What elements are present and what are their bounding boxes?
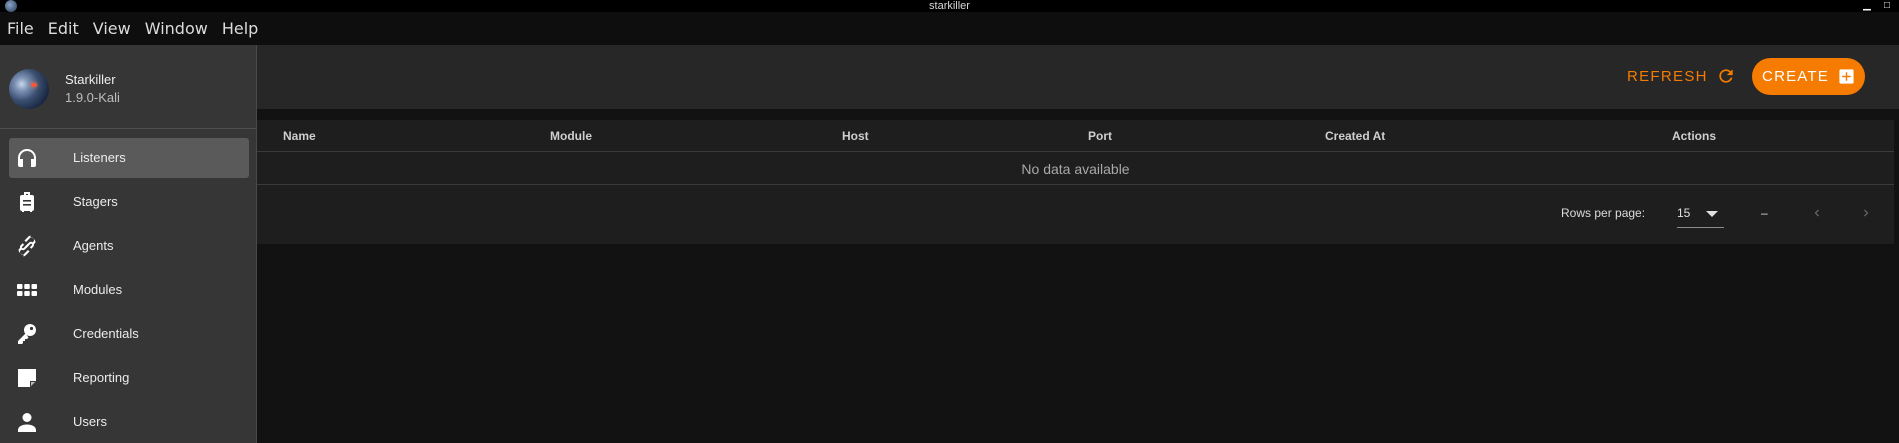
refresh-button[interactable]: REFRESH bbox=[1627, 60, 1736, 92]
sidebar-item-modules[interactable]: Modules bbox=[9, 270, 249, 310]
window-titlebar: starkiller ▁ □ bbox=[0, 0, 1899, 12]
column-header-host[interactable]: Host bbox=[842, 120, 869, 152]
column-header-name[interactable]: Name bbox=[283, 120, 316, 152]
sidebar-item-reporting[interactable]: Reporting bbox=[9, 358, 249, 398]
user-icon bbox=[18, 413, 36, 432]
profile-version: 1.9.0-Kali bbox=[65, 90, 120, 105]
apps-grid-icon bbox=[17, 284, 37, 296]
navigation-drawer: Starkiller 1.9.0-Kali Listeners Stagers … bbox=[0, 45, 257, 443]
sidebar-item-listeners[interactable]: Listeners bbox=[9, 138, 249, 178]
sticky-note-icon bbox=[18, 369, 36, 387]
sidebar-item-label: Credentials bbox=[73, 326, 139, 341]
luggage-icon bbox=[20, 192, 34, 212]
previous-page-button[interactable] bbox=[1802, 198, 1832, 228]
sidebar-item-label: Stagers bbox=[73, 194, 118, 209]
menu-view[interactable]: View bbox=[93, 19, 131, 38]
table-footer: Rows per page: 15 – bbox=[257, 186, 1894, 244]
dropdown-caret-icon bbox=[1706, 211, 1718, 217]
chevron-right-icon bbox=[1864, 209, 1869, 217]
menu-window[interactable]: Window bbox=[145, 19, 208, 38]
table-header: Name Module Host Port Created At Actions bbox=[257, 120, 1894, 152]
menubar: File Edit View Window Help bbox=[0, 12, 1899, 45]
key-icon bbox=[18, 324, 36, 344]
column-header-actions: Actions bbox=[1672, 129, 1717, 143]
empty-state-text: No data available bbox=[257, 153, 1894, 185]
sidebar-item-label: Reporting bbox=[73, 370, 130, 385]
refresh-icon bbox=[1719, 69, 1733, 83]
sidebar-item-credentials[interactable]: Credentials bbox=[9, 314, 249, 354]
chevron-left-icon bbox=[1814, 209, 1819, 217]
sidebar-item-stagers[interactable]: Stagers bbox=[9, 182, 249, 222]
minimize-button[interactable]: ▁ bbox=[1861, 0, 1873, 12]
create-button[interactable]: CREATE bbox=[1752, 58, 1865, 95]
sidebar-item-label: Users bbox=[73, 414, 107, 429]
menu-file[interactable]: File bbox=[7, 19, 34, 38]
create-label: CREATE bbox=[1762, 68, 1829, 85]
avatar bbox=[9, 69, 49, 109]
sidebar-item-label: Agents bbox=[73, 238, 114, 253]
profile-name: Starkiller bbox=[65, 72, 116, 87]
column-header-port[interactable]: Port bbox=[1088, 120, 1112, 152]
column-header-created-at[interactable]: Created At bbox=[1325, 120, 1385, 152]
menu-help[interactable]: Help bbox=[222, 19, 258, 38]
sidebar-item-users[interactable]: Users bbox=[9, 402, 249, 442]
profile-section: Starkiller 1.9.0-Kali bbox=[0, 45, 256, 129]
maximize-button[interactable]: □ bbox=[1881, 0, 1893, 12]
refresh-label: REFRESH bbox=[1627, 67, 1708, 85]
window-title: starkiller bbox=[929, 0, 970, 12]
sidebar-item-label: Modules bbox=[73, 282, 123, 297]
headphones-icon bbox=[18, 149, 36, 167]
menu-edit[interactable]: Edit bbox=[48, 19, 79, 38]
plus-box-icon bbox=[1839, 69, 1854, 84]
rows-per-page-label: Rows per page: bbox=[1561, 206, 1646, 220]
column-header-module[interactable]: Module bbox=[550, 120, 592, 152]
next-page-button[interactable] bbox=[1851, 198, 1881, 228]
listeners-table: Name Module Host Port Created At Actions… bbox=[257, 120, 1894, 244]
sidebar-item-label: Listeners bbox=[73, 150, 126, 165]
rows-per-page-value: 15 bbox=[1677, 206, 1691, 220]
sidebar-item-agents[interactable]: Agents bbox=[9, 226, 249, 266]
pagination-range: – bbox=[1761, 206, 1768, 220]
link-icon bbox=[18, 235, 36, 257]
rows-per-page-select[interactable]: 15 bbox=[1677, 200, 1724, 228]
